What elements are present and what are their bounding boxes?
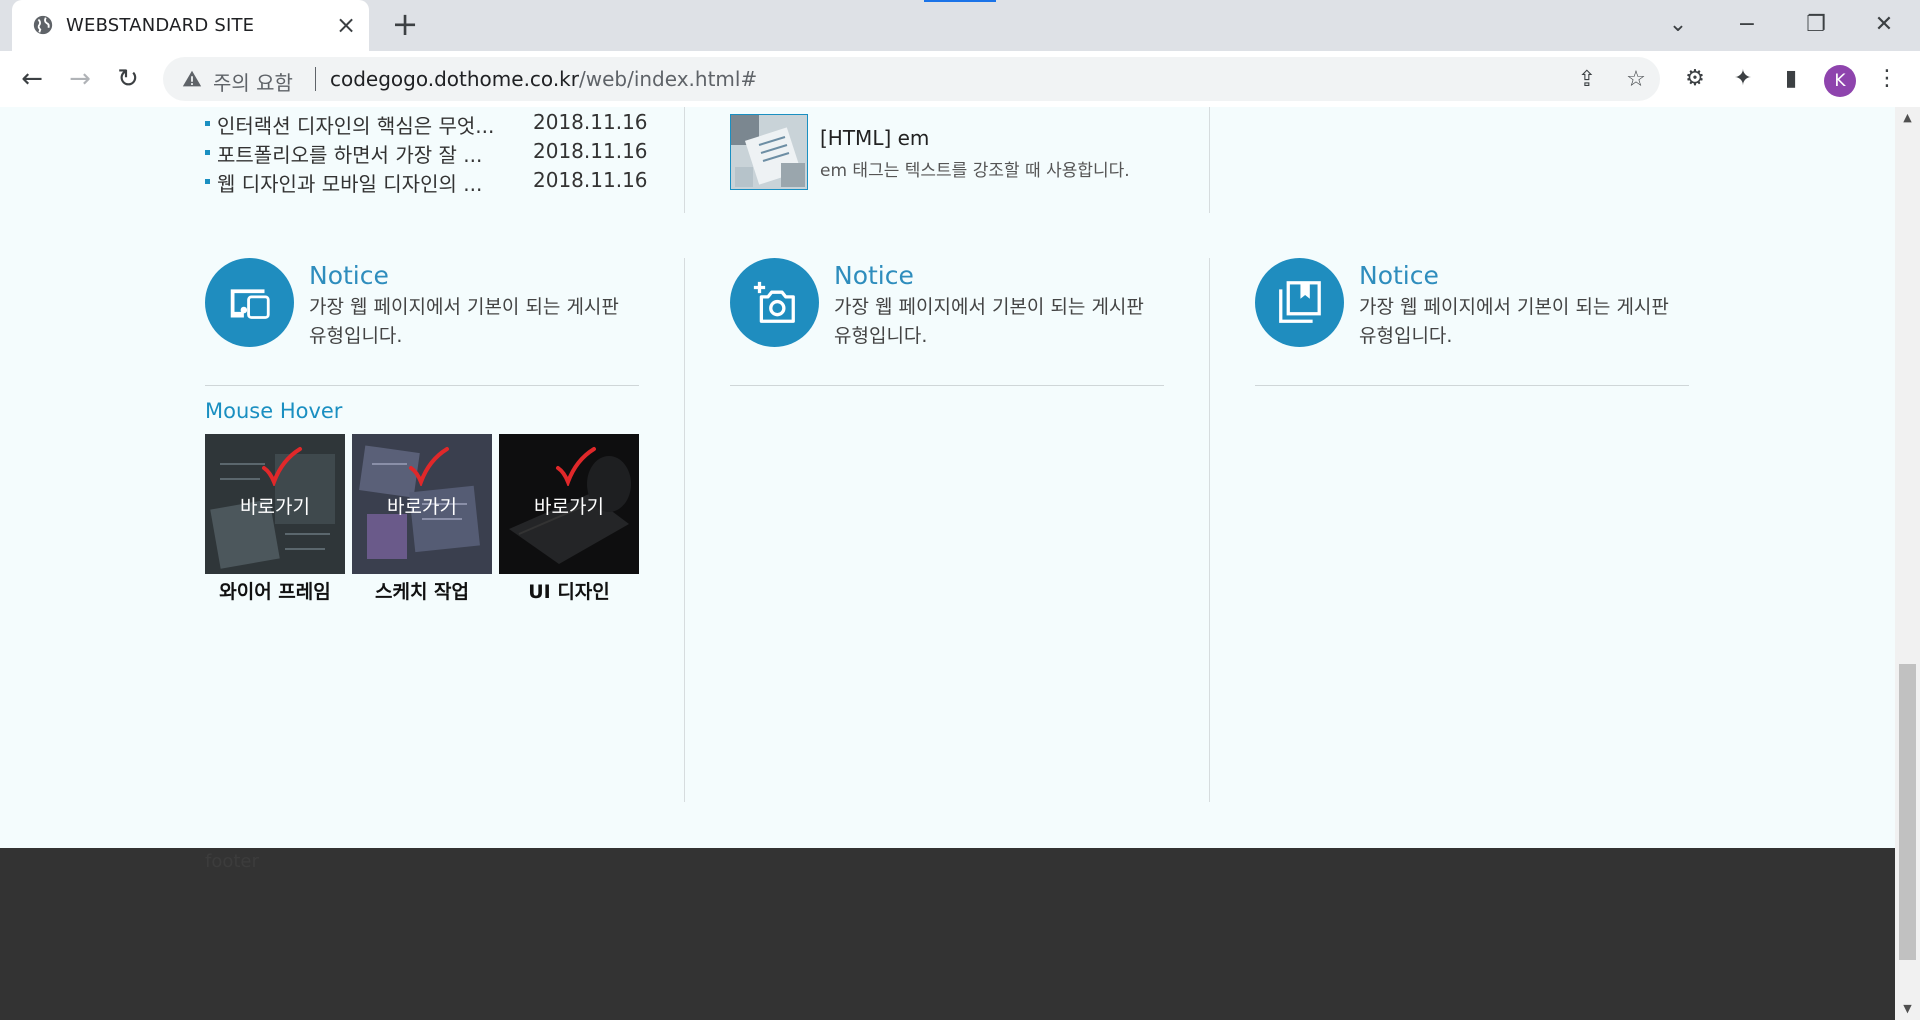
column-divider [1209,107,1210,213]
tab-webstandard[interactable]: WEBSTANDARD SITE × [12,0,369,51]
url-path: /web/index.html# [578,67,758,91]
reload-button[interactable]: ↻ [113,64,143,94]
icon-block: Notice 가장 웹 페이지에서 기본이 되는 게시판 유형입니다. [730,258,1166,386]
globe-icon [33,15,53,35]
side-panel-icon[interactable]: ▮ [1776,64,1806,94]
close-window-button[interactable]: ✕ [1866,10,1902,40]
check-icon [409,447,449,486]
divider [730,385,1164,386]
notice-title[interactable]: 인터랙션 디자인의 핵심은 무엇... [217,110,494,139]
list-bullet [205,121,210,126]
page-footer: footer [0,848,1895,1020]
hover-card-ui-design[interactable]: 바로가기 UI 디자인 [499,434,639,603]
news-title[interactable]: [HTML] em [820,126,929,150]
extension-gear-icon[interactable]: ⚙ [1680,64,1710,94]
address-bar[interactable]: 주의 요함 codegogo.dothome.co.kr/web/index.h… [163,57,1660,101]
minimize-button[interactable]: − [1729,10,1765,40]
library-bookmark-icon [1279,281,1321,323]
tab-strip-indicator [924,0,996,2]
icon-block-desc: 가장 웹 페이지에서 기본이 되는 게시판 유형입니다. [834,296,1144,347]
hover-card-wireframe[interactable]: 바로가기 와이어 프레임 [205,434,345,603]
vertical-scrollbar[interactable]: ▲ ▼ [1895,107,1920,1020]
menu-kebab-icon[interactable]: ⋮ [1872,64,1902,94]
notice-title[interactable]: 웹 디자인과 모바일 디자인의 ... [217,168,482,197]
shortcut-overlay-text[interactable]: 바로가기 [499,492,639,519]
security-label: 주의 요함 [213,71,293,95]
restore-button[interactable]: ❐ [1798,10,1834,40]
hover-card-label: 스케치 작업 [374,581,469,603]
column-divider [684,258,685,802]
browser-toolbar: ← → ↻ 주의 요함 codegogo.dothome.co.kr/web/i… [0,51,1920,107]
forward-button[interactable]: → [65,64,95,94]
icon-block-title[interactable]: Notice [1359,261,1439,290]
back-button[interactable]: ← [17,64,47,94]
hover-card-label: 와이어 프레임 [219,581,331,603]
divider [205,385,639,386]
tab-close-icon[interactable]: × [334,13,358,37]
scrollbar-thumb[interactable] [1899,664,1916,960]
news-description: em 태그는 텍스트를 강조할 때 사용합니다. [820,161,1130,181]
icon-block: Notice 가장 웹 페이지에서 기본이 되는 게시판 유형입니다. [205,258,641,386]
check-icon [556,447,596,486]
icon-circle [205,258,294,347]
column-divider [1209,258,1210,802]
profile-avatar[interactable]: K [1824,65,1856,97]
icon-block: Notice 가장 웹 페이지에서 기본이 되는 게시판 유형입니다. [1255,258,1691,386]
tab-search-icon[interactable]: ⌄ [1660,10,1696,40]
notice-date: 2018.11.16 [533,168,648,192]
hover-image-box[interactable]: 바로가기 [352,434,492,574]
icon-block-desc: 가장 웹 페이지에서 기본이 되는 게시판 유형입니다. [1359,296,1669,347]
icon-block-desc: 가장 웹 페이지에서 기본이 되는 게시판 유형입니다. [309,296,619,347]
icon-circle [730,258,819,347]
camera-add-icon [753,281,795,323]
extensions-puzzle-icon[interactable]: ✦ [1728,64,1758,94]
page-viewport: 인터랙션 디자인의 핵심은 무엇... 2018.11.16 포트폴리오를 하면… [0,107,1895,1020]
icon-circle [1255,258,1344,347]
hover-image-box[interactable]: 바로가기 [205,434,345,574]
shortcut-overlay-text[interactable]: 바로가기 [205,492,345,519]
warning-icon [182,70,202,87]
news-thumbnail[interactable] [730,114,808,190]
scroll-down-arrow-icon[interactable]: ▼ [1901,1002,1914,1015]
hover-card-sketch[interactable]: 바로가기 스케치 작업 [352,434,492,603]
column-divider [684,107,685,213]
address-separator [315,67,316,91]
list-bullet [205,150,210,155]
url-host: codegogo.dothome.co.kr [330,67,579,91]
check-icon [262,447,302,486]
tab-title: WEBSTANDARD SITE [66,15,255,36]
hover-image-box[interactable]: 바로가기 [499,434,639,574]
shortcut-overlay-text[interactable]: 바로가기 [352,492,492,519]
tab-strip: WEBSTANDARD SITE × + ⌄ − ❐ ✕ [0,0,1920,51]
notice-title[interactable]: 포트폴리오를 하면서 가장 잘 ... [217,139,482,168]
devices-icon [230,289,270,319]
new-tab-button[interactable]: + [390,8,420,40]
footer-text: footer [205,851,259,872]
divider [1255,385,1689,386]
scroll-up-arrow-icon[interactable]: ▲ [1901,111,1914,124]
hover-card-label: UI 디자인 [528,581,610,603]
url-text[interactable]: codegogo.dothome.co.kr/web/index.html# [330,67,757,91]
notice-date: 2018.11.16 [533,139,648,163]
sketch-thumbnail-image [731,115,807,189]
icon-block-title[interactable]: Notice [309,261,389,290]
list-bullet [205,179,210,184]
share-icon[interactable]: ⇪ [1574,67,1600,93]
bookmark-star-icon[interactable]: ☆ [1623,67,1649,93]
icon-block-title[interactable]: Notice [834,261,914,290]
mouse-hover-title: Mouse Hover [205,399,343,423]
notice-date: 2018.11.16 [533,110,648,134]
